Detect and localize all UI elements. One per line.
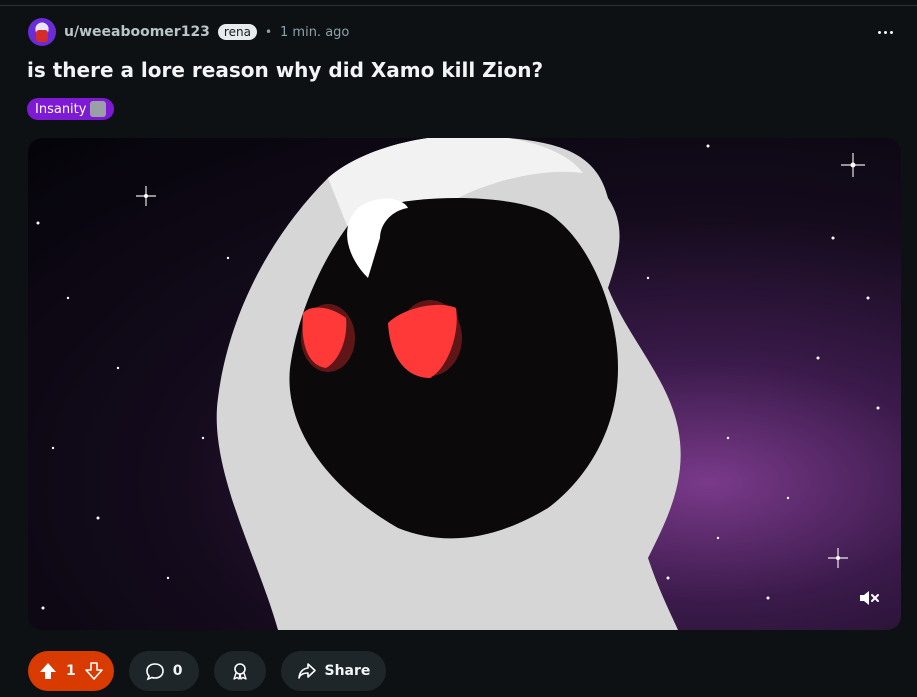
upvote-arrow-icon [40,663,56,679]
vote-control: 1 [28,651,114,691]
post-header: u/weeaboomer123 rena • 1 min. ago [28,16,349,48]
post-video[interactable] [28,138,901,630]
downvote-button[interactable] [80,657,108,685]
user-flair: rena [217,24,257,40]
share-button[interactable]: Share [280,651,387,691]
upvote-button[interactable] [34,657,62,685]
award-button[interactable] [213,651,266,691]
comments-button[interactable]: 0 [128,651,199,691]
username-link[interactable]: u/weeaboomer123 [64,24,210,40]
post-title[interactable]: is there a lore reason why did Xamo kill… [27,58,543,82]
comment-bubble-icon [145,663,164,681]
top-divider [0,5,917,6]
user-avatar[interactable] [28,18,56,46]
post-action-bar: 1 0 Share [28,651,387,691]
award-icon [232,663,247,680]
mute-toggle-button[interactable] [851,580,887,616]
vote-count: 1 [66,663,76,679]
more-options-icon [877,30,881,34]
hooded-figure-image [36,138,880,630]
share-label: Share [324,663,371,679]
downvote-arrow-icon [84,662,103,680]
post-timestamp: 1 min. ago [280,24,350,40]
more-options-button[interactable] [871,18,899,46]
separator-dot: • [264,25,273,39]
comment-count: 0 [172,663,183,679]
flair-emoji-icon [90,101,107,117]
post-flair-tag[interactable]: Insanity [27,98,115,120]
share-arrow-icon [297,663,316,679]
post-flair-label: Insanity [35,101,87,117]
muted-speaker-icon [860,591,879,605]
